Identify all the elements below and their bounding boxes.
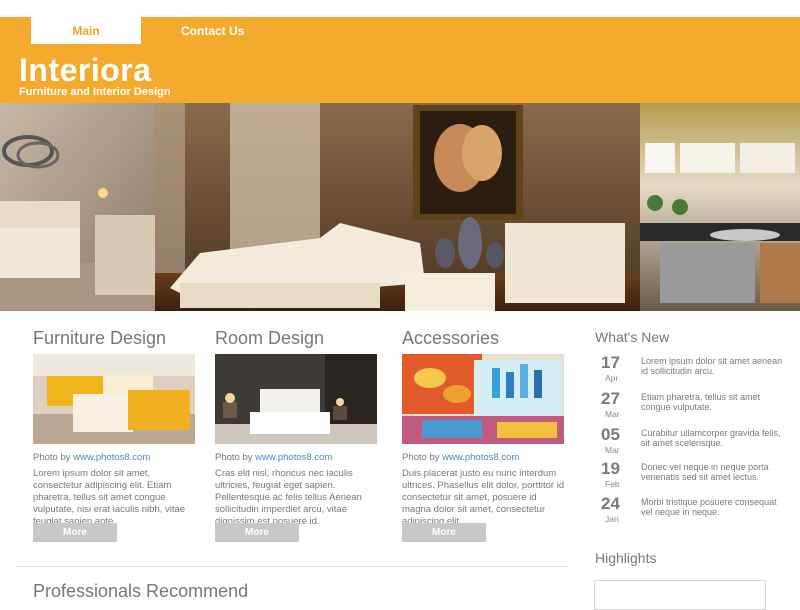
section-divider (16, 566, 568, 567)
credit-prefix: Photo by (215, 452, 253, 463)
news-text[interactable]: Lorem ipsum dolor sit amet aenean id sol… (641, 356, 786, 376)
site-logo-title[interactable]: Interiora (19, 52, 152, 89)
accessories-photo[interactable] (402, 354, 564, 444)
highlights-heading: Highlights (595, 550, 657, 566)
news-month: Mar (605, 445, 620, 455)
furniture-design-text: Lorem ipsum dolor sit amet, consectetur … (33, 468, 186, 527)
news-month: Apr (605, 373, 619, 383)
news-item[interactable]: 27 Mar Etiam pharetra, tellus sit amet c… (595, 389, 795, 422)
credit-link[interactable]: www.photos8.com (442, 452, 519, 463)
accessories-photo-credit: Photo by www.photos8.com (402, 452, 519, 463)
hero-banner-image (0, 103, 800, 311)
furniture-more-button[interactable]: More (33, 523, 117, 542)
room-more-button[interactable]: More (215, 523, 299, 542)
news-text[interactable]: Morbi tristique posuere consequat vel ne… (641, 497, 786, 517)
news-day: 17 (601, 353, 620, 372)
news-day: 05 (601, 425, 620, 444)
news-month: Mar (605, 409, 620, 419)
professionals-recommend-heading: Professionals Recommend (33, 581, 249, 601)
furniture-design-photo[interactable] (33, 354, 195, 444)
news-item[interactable]: 05 Mar Curabitur ullamcorper gravida fel… (595, 425, 795, 458)
credit-prefix: Photo by (402, 452, 440, 463)
news-day: 19 (601, 459, 620, 478)
highlights-box (594, 580, 766, 610)
room-design-heading: Room Design (215, 328, 325, 348)
credit-link[interactable]: www.photos8.com (255, 452, 332, 463)
news-item[interactable]: 24 Jan Morbi tristique posuere consequat… (595, 494, 795, 527)
top-strip (0, 0, 800, 17)
site-tagline: Furniture and Interior Design (19, 86, 171, 98)
nav-contact-link[interactable]: Contact Us (181, 24, 244, 38)
hero-interior-illustration (0, 103, 800, 311)
news-month: Jan (605, 514, 619, 524)
room-photo-credit: Photo by www.photos8.com (215, 452, 332, 463)
news-text[interactable]: Etiam pharetra, tellus sit amet congue v… (641, 392, 786, 412)
news-day: 27 (601, 389, 620, 408)
news-month: Feb (605, 479, 620, 489)
accessories-more-button[interactable]: More (402, 523, 486, 542)
room-design-photo[interactable] (215, 354, 377, 444)
news-item[interactable]: 17 Apr Lorem ipsum dolor sit amet aenean… (595, 353, 795, 386)
whats-new-heading: What's New (595, 329, 670, 345)
news-item[interactable]: 19 Feb Donec vel neque in neque porta ve… (595, 459, 795, 492)
accessories-text: Duis placerat justo eu nunc interdum ult… (402, 468, 565, 527)
credit-link[interactable]: www.photos8.com (73, 452, 150, 463)
site-header: Main Contact Us Interiora Furniture and … (0, 17, 800, 103)
nav-main-tab[interactable]: Main (31, 17, 141, 44)
news-text[interactable]: Curabitur ullamcorper gravida felis, sit… (641, 428, 786, 448)
room-design-text: Cras elit nisl, rhoncus nec iaculis ultr… (215, 468, 362, 527)
news-day: 24 (601, 494, 620, 513)
accessories-heading: Accessories (402, 328, 500, 348)
credit-prefix: Photo by (33, 452, 71, 463)
news-text[interactable]: Donec vel neque in neque porta venenatis… (641, 462, 786, 482)
furniture-design-heading: Furniture Design (33, 328, 167, 348)
furniture-photo-credit: Photo by www.photos8.com (33, 452, 150, 463)
